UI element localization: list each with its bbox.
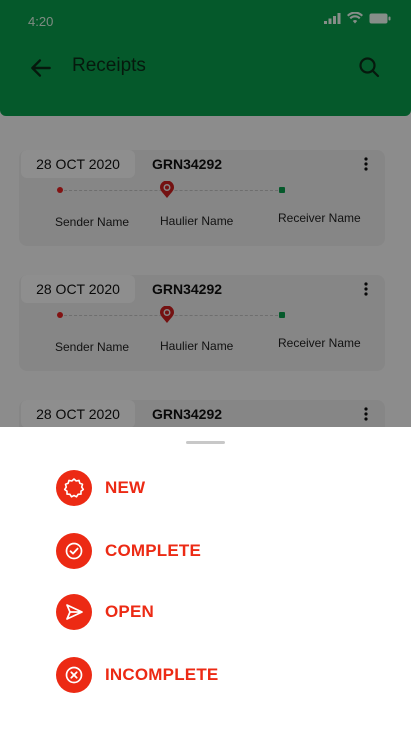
option-label: OPEN [105, 602, 154, 621]
option-label: COMPLETE [105, 541, 202, 560]
x-circle-icon [56, 657, 92, 693]
option-incomplete[interactable]: INCOMPLETE [56, 657, 218, 693]
send-icon [56, 594, 92, 630]
option-label: NEW [105, 478, 146, 497]
bottom-sheet: NEW COMPLETE OPEN INCOMPLETE [0, 427, 411, 731]
check-circle-icon [56, 533, 92, 569]
modal-scrim[interactable] [0, 0, 411, 427]
option-label: INCOMPLETE [105, 665, 219, 684]
drag-handle[interactable] [186, 441, 225, 444]
option-new[interactable]: NEW [56, 470, 145, 506]
option-complete[interactable]: COMPLETE [56, 533, 201, 569]
badge-icon [56, 470, 92, 506]
option-open[interactable]: OPEN [56, 594, 154, 630]
